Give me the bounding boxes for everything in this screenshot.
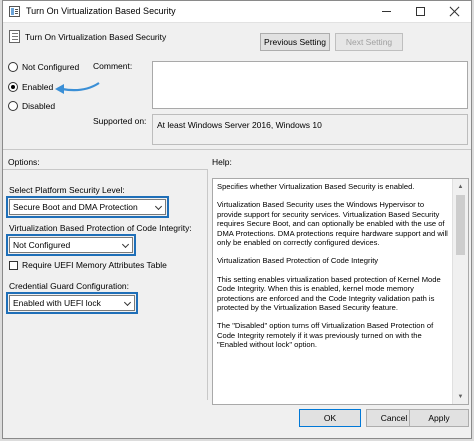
window-title: Turn On Virtualization Based Security: [26, 6, 176, 16]
scroll-down-icon[interactable]: ▼: [453, 389, 468, 404]
radio-enabled[interactable]: Enabled: [8, 82, 53, 92]
radio-disabled[interactable]: Disabled: [8, 101, 55, 111]
maximize-icon: [415, 7, 425, 16]
radio-label: Enabled: [22, 82, 54, 92]
maximize-button[interactable]: [403, 1, 437, 22]
close-button[interactable]: [437, 1, 471, 22]
uefi-checkbox-row[interactable]: Require UEFI Memory Attributes Table: [9, 260, 167, 270]
help-paragraph: Specifies whether Virtualization Based S…: [217, 182, 415, 191]
radio-button[interactable]: [8, 62, 18, 72]
radio-label: Not Configured: [22, 62, 80, 72]
dialog-window: Turn On Virtualization Based Security Tu…: [2, 0, 472, 439]
help-panel[interactable]: Specifies whether Virtualization Based S…: [212, 178, 469, 405]
policy-icon: [9, 30, 20, 43]
radio-label: Disabled: [22, 101, 56, 111]
next-setting-button[interactable]: Next Setting: [335, 33, 403, 51]
supported-on-value: At least Windows Server 2016, Windows 10: [157, 120, 322, 130]
comment-textarea[interactable]: [152, 61, 468, 109]
apply-button[interactable]: Apply: [409, 409, 469, 427]
supported-on-field: At least Windows Server 2016, Windows 10: [152, 114, 468, 145]
help-paragraph: The "Disabled" option turns off Virtuali…: [217, 321, 434, 350]
help-paragraph: Virtualization Based Security uses the W…: [217, 200, 448, 248]
help-paragraph: This setting enables virtualization base…: [217, 274, 441, 313]
highlight-box: [6, 234, 136, 256]
help-text: Specifies whether Virtualization Based S…: [217, 182, 449, 359]
uefi-checkbox-label: Require UEFI Memory Attributes Table: [22, 260, 167, 270]
title-bar[interactable]: Turn On Virtualization Based Security: [3, 1, 471, 23]
close-icon: [449, 6, 460, 17]
previous-setting-button[interactable]: Previous Setting: [260, 33, 330, 51]
minimize-button[interactable]: [369, 1, 403, 22]
options-label: Options:: [8, 157, 40, 167]
help-scrollbar[interactable]: ▲ ▼: [452, 179, 468, 404]
arrow-icon: [55, 82, 100, 94]
radio-button[interactable]: [8, 101, 18, 111]
uefi-checkbox[interactable]: [9, 260, 18, 270]
policy-title: Turn On Virtualization Based Security: [25, 32, 167, 42]
radio-not-configured[interactable]: Not Configured: [8, 62, 79, 72]
comment-label: Comment:: [93, 61, 133, 71]
radio-button[interactable]: [8, 82, 18, 92]
highlight-box: [6, 292, 138, 314]
section-divider: [3, 149, 471, 150]
credential-guard-label: Credential Guard Configuration:: [9, 281, 130, 291]
app-icon: [9, 6, 20, 17]
ok-button[interactable]: OK: [299, 409, 361, 427]
help-paragraph: Virtualization Based Protection of Code …: [217, 256, 379, 266]
platform-security-label: Select Platform Security Level:: [9, 185, 125, 195]
supported-on-label: Supported on:: [93, 116, 147, 126]
scroll-thumb[interactable]: [456, 195, 465, 255]
highlight-box: [6, 196, 169, 218]
code-integrity-label: Virtualization Based Protection of Code …: [9, 223, 192, 233]
help-label: Help:: [212, 157, 232, 167]
minimize-icon: [381, 11, 391, 12]
scroll-up-icon[interactable]: ▲: [453, 179, 468, 194]
